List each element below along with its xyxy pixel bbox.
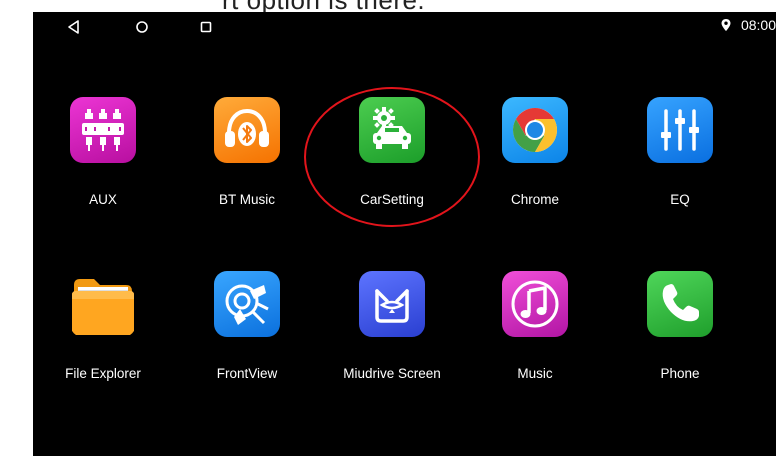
app-frontview[interactable]: FrontView [182,271,312,401]
home-button[interactable] [131,16,153,38]
app-label: EQ [670,192,690,207]
bluetooth-headphones-icon [214,97,280,163]
music-note-icon [502,271,568,337]
app-label: Phone [660,366,700,381]
equalizer-icon [647,97,713,163]
miudrive-icon [359,271,425,337]
app-label: FrontView [216,366,278,381]
recents-icon [200,21,212,33]
app-label: Chrome [510,192,559,207]
app-phone[interactable]: Phone [615,271,745,401]
app-carsetting[interactable]: CarSetting [327,97,457,227]
app-label: File Explorer [65,366,141,381]
status-right: 08:00 [720,17,776,33]
app-label: Music [517,366,553,381]
status-bar: 08:00 [33,12,776,42]
app-aux[interactable]: AUX [38,97,168,227]
aux-icon [70,97,136,163]
app-label: CarSetting [360,192,424,207]
app-eq[interactable]: EQ [615,97,745,227]
chrome-icon [502,97,568,163]
app-bt-music[interactable]: BT Music [182,97,312,227]
app-label: Miudrive Screen [343,366,441,381]
app-label: BT Music [218,192,275,207]
car-launcher-screen: 08:00 AUX BT Music CarSetting Chrome EQ … [33,12,776,456]
home-icon [136,21,148,33]
app-music[interactable]: Music [470,271,600,401]
car-settings-icon [359,97,425,163]
app-chrome[interactable]: Chrome [470,97,600,227]
location-pin-icon [721,19,731,31]
recents-button[interactable] [195,16,217,38]
back-icon [68,20,79,34]
back-button[interactable] [63,16,85,38]
frontview-icon [214,271,280,337]
app-label: AUX [89,192,117,207]
phone-icon [647,271,713,337]
folder-icon [70,271,136,337]
app-miudrive-screen[interactable]: Miudrive Screen [327,271,457,401]
app-file-explorer[interactable]: File Explorer [38,271,168,401]
clock-time: 08:00 [740,17,776,33]
